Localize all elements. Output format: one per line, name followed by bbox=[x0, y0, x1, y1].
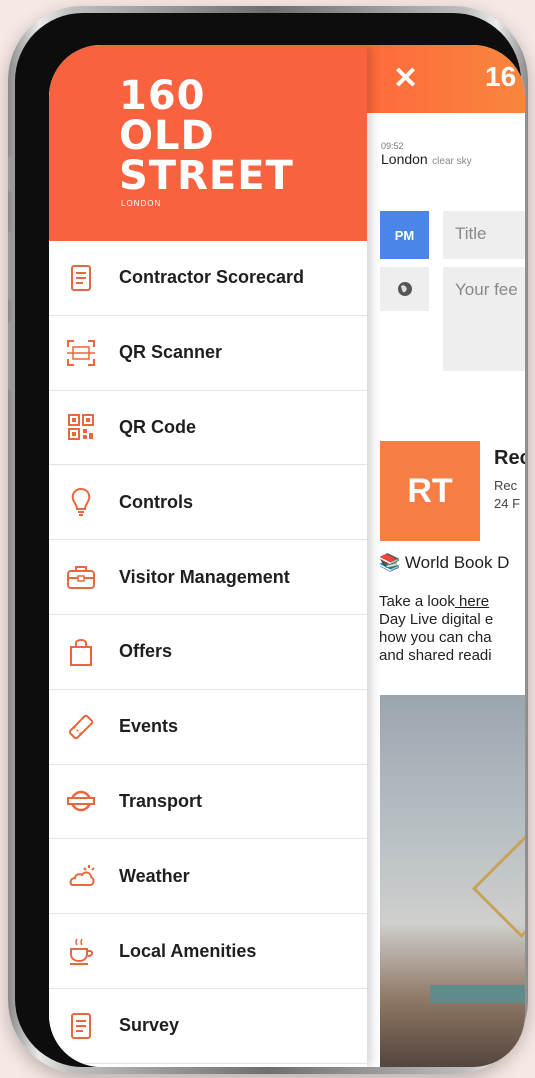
menu-item-survey[interactable]: Survey bbox=[49, 989, 367, 1064]
menu-item-label: Offers bbox=[119, 641, 173, 662]
post-link[interactable]: here bbox=[455, 593, 489, 610]
post-meta: Rec 24 F bbox=[494, 477, 520, 513]
logo-line-2: OLD bbox=[119, 113, 215, 159]
weather-time: 09:52 bbox=[381, 141, 404, 151]
post-body-line: Take a look bbox=[379, 593, 455, 610]
volume-down-button bbox=[8, 321, 14, 391]
menu-item-label: Visitor Management bbox=[119, 566, 290, 587]
navigation-drawer: 160 OLD STREET LONDON Contractor Scoreca… bbox=[49, 45, 367, 1067]
drawer-header: 160 OLD STREET LONDON bbox=[49, 45, 367, 241]
post-title: Rec bbox=[494, 447, 525, 469]
weather-widget: 09:52 London clear sky bbox=[381, 141, 472, 169]
menu-item-qr-scanner[interactable]: QR Scanner bbox=[49, 316, 367, 391]
underground-icon bbox=[65, 785, 97, 817]
phone-bezel: ✕ 16 09:52 London clear sky PM Title You… bbox=[15, 13, 525, 1067]
phone-frame: ✕ 16 09:52 London clear sky PM Title You… bbox=[8, 6, 528, 1074]
menu-item-label: QR Scanner bbox=[119, 342, 223, 363]
menu-item-label: Controls bbox=[119, 491, 193, 512]
menu-item-label: Transport bbox=[119, 790, 203, 811]
shopping-bag-icon bbox=[65, 636, 97, 668]
scorecard-icon bbox=[65, 262, 97, 294]
post-image bbox=[380, 695, 525, 1067]
post-heading-text: World Book D bbox=[404, 553, 510, 572]
menu-item-label: QR Code bbox=[119, 416, 197, 437]
menu-item-transport[interactable]: Transport bbox=[49, 765, 367, 840]
globe-icon[interactable] bbox=[380, 267, 429, 311]
ticket-icon bbox=[65, 711, 97, 743]
post-body-line: how you can cha bbox=[379, 629, 492, 646]
menu-item-events[interactable]: Events bbox=[49, 690, 367, 765]
menu-item-controls[interactable]: Controls bbox=[49, 465, 367, 541]
screen: ✕ 16 09:52 London clear sky PM Title You… bbox=[49, 45, 525, 1067]
logo-line-3: STREET bbox=[119, 153, 294, 199]
feedback-input[interactable]: Your fee bbox=[443, 267, 525, 371]
menu-item-label: Weather bbox=[119, 865, 190, 886]
menu-item-offers[interactable]: Offers bbox=[49, 615, 367, 690]
menu-item-weather[interactable]: Weather bbox=[49, 839, 367, 915]
qr-scanner-icon bbox=[65, 337, 97, 369]
menu-item-label: Events bbox=[119, 716, 179, 737]
weather-icon bbox=[65, 860, 97, 892]
survey-icon bbox=[65, 1010, 97, 1042]
weather-city: London bbox=[381, 151, 428, 167]
menu-item-label: Local Amenities bbox=[119, 940, 257, 961]
title-input[interactable]: Title bbox=[443, 211, 525, 259]
post-heading: 📚 World Book D bbox=[379, 553, 509, 573]
app-topbar: ✕ 16 bbox=[367, 45, 525, 113]
briefcase-icon bbox=[65, 561, 97, 593]
books-icon: 📚 bbox=[379, 553, 401, 572]
close-icon[interactable]: ✕ bbox=[393, 61, 418, 96]
pm-toggle[interactable]: PM bbox=[380, 211, 429, 259]
lamp-decoration bbox=[471, 831, 525, 939]
post-body-line: Day Live digital e bbox=[379, 611, 494, 628]
menu-item-label: Contractor Scorecard bbox=[119, 267, 305, 288]
logo-line-1: 160 bbox=[119, 73, 206, 119]
menu-item-qr-code[interactable]: QR Code bbox=[49, 391, 367, 466]
menu-item-visitor-management[interactable]: Visitor Management bbox=[49, 540, 367, 615]
coffee-icon bbox=[65, 935, 97, 967]
menu-item-label: Survey bbox=[119, 1015, 180, 1036]
lightbulb-icon bbox=[65, 486, 97, 518]
logo-sub: LONDON bbox=[121, 199, 162, 208]
mute-switch bbox=[8, 156, 14, 192]
app-title: 16 bbox=[485, 61, 517, 92]
qr-code-icon bbox=[65, 411, 97, 443]
volume-up-button bbox=[8, 231, 14, 301]
avatar: RT bbox=[380, 441, 480, 541]
post-body-line: and shared readi bbox=[379, 647, 492, 664]
drawer-menu: Contractor Scorecard QR Scanner QR Code bbox=[49, 241, 367, 1064]
menu-item-contractor-scorecard[interactable]: Contractor Scorecard bbox=[49, 241, 367, 316]
menu-item-local-amenities[interactable]: Local Amenities bbox=[49, 914, 367, 989]
post-body: Take a look here Day Live digital e how … bbox=[379, 593, 493, 665]
books-decoration bbox=[430, 985, 525, 1003]
post-date: 24 F bbox=[494, 496, 521, 511]
post-meta-line: Rec bbox=[494, 478, 518, 493]
weather-condition: clear sky bbox=[432, 156, 472, 167]
